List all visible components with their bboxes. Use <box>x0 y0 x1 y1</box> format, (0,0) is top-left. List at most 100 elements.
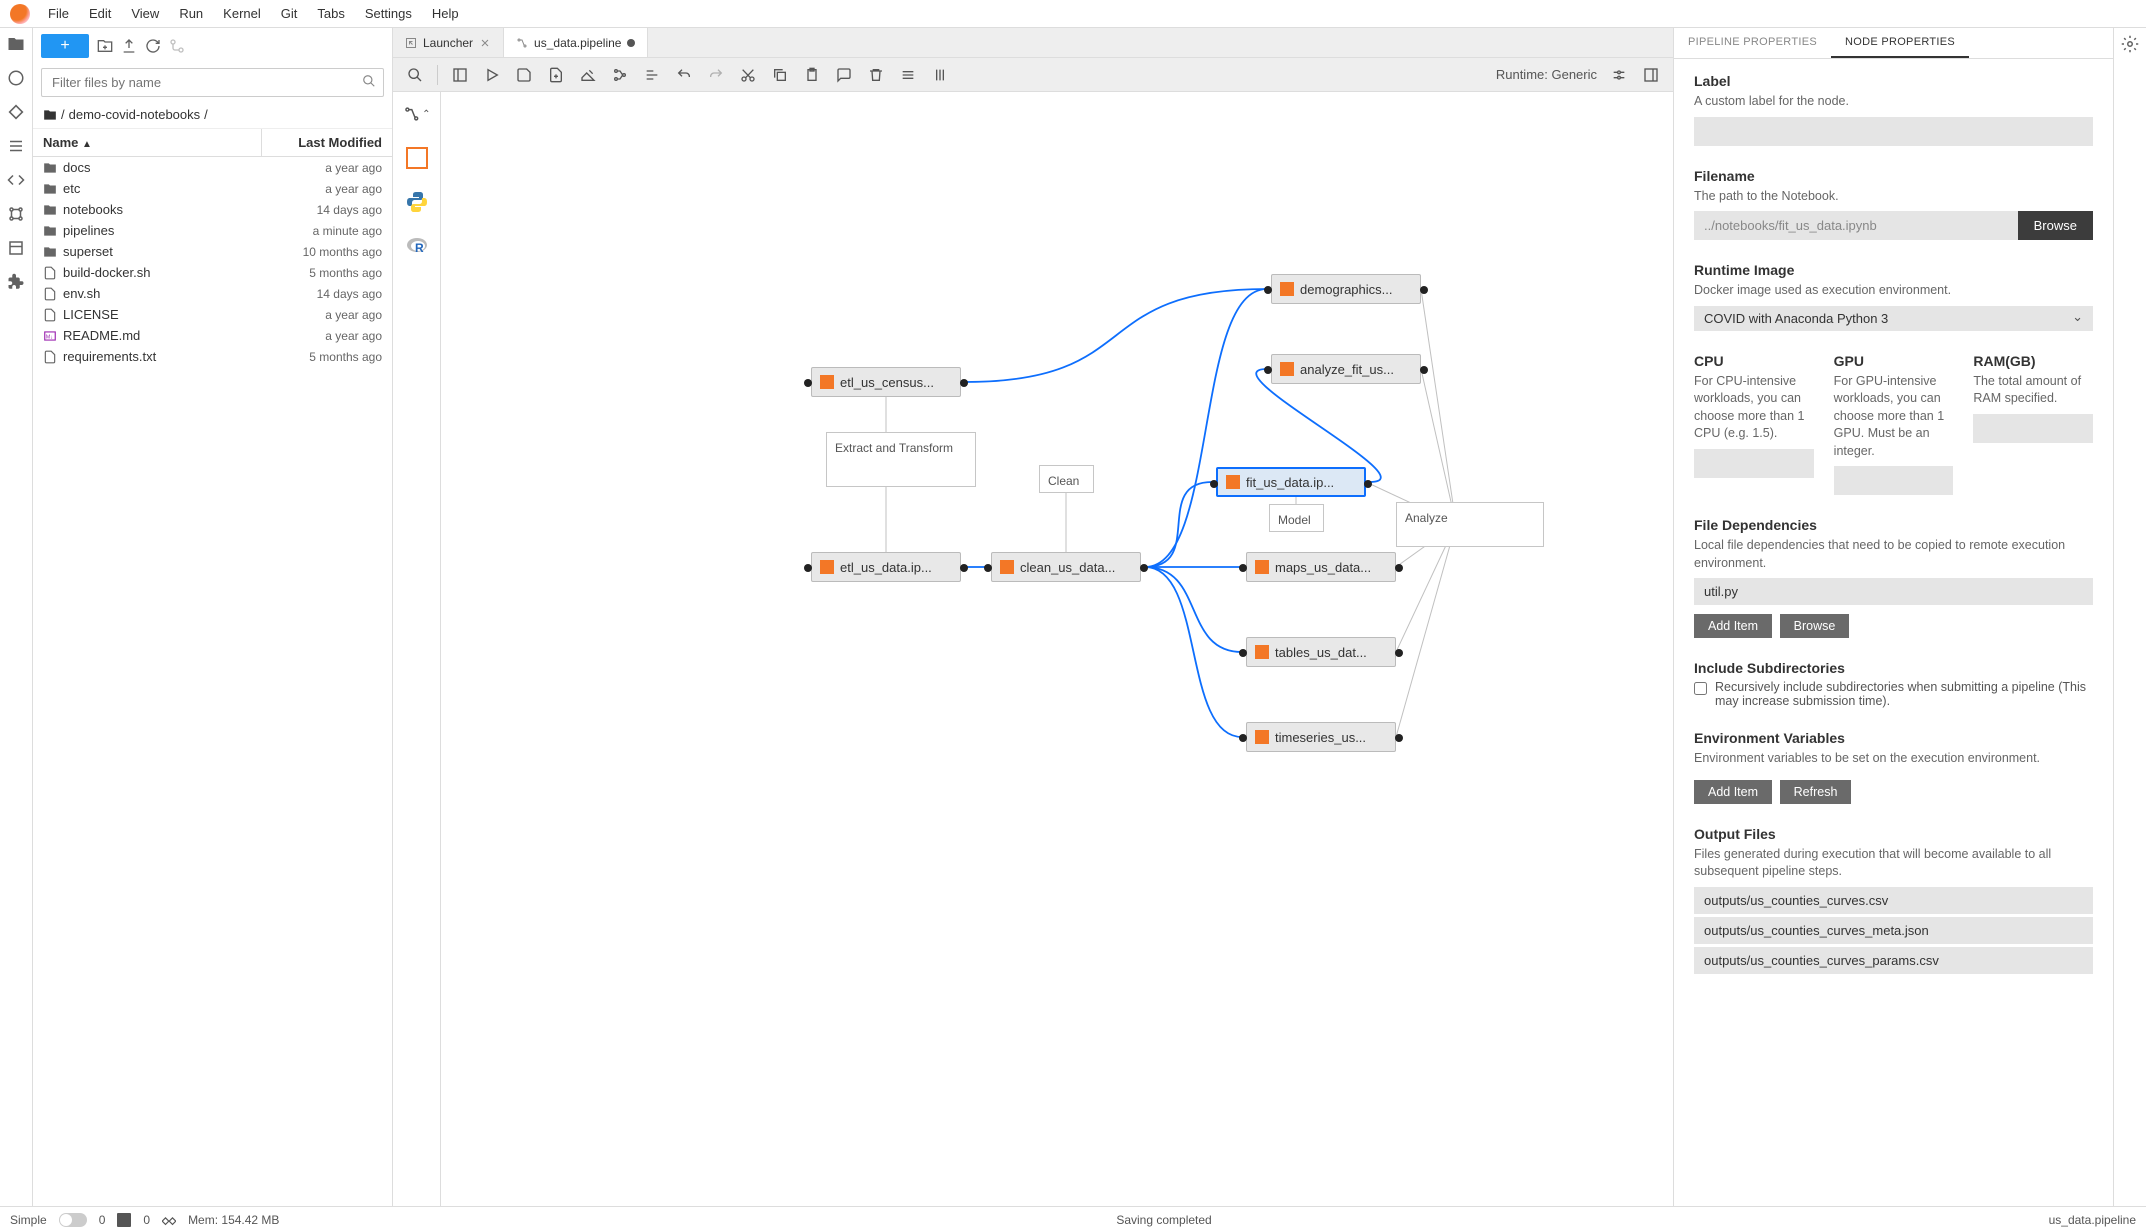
file-row[interactable]: pipelinesa minute ago <box>33 220 392 241</box>
pipeline-node[interactable]: etl_us_data.ip... <box>811 552 961 582</box>
align-icon[interactable] <box>638 63 666 87</box>
pipeline-export-icon[interactable] <box>606 63 634 87</box>
menu-edit[interactable]: Edit <box>79 2 121 25</box>
paste-icon[interactable] <box>798 63 826 87</box>
export-icon[interactable] <box>542 63 570 87</box>
menu-view[interactable]: View <box>121 2 169 25</box>
output-file-item[interactable]: outputs/us_counties_curves_meta.json <box>1694 917 2093 944</box>
arrange-v-icon[interactable] <box>926 63 954 87</box>
undo-icon[interactable] <box>670 63 698 87</box>
extension-icon[interactable] <box>6 272 26 292</box>
ram-input[interactable] <box>1973 414 2093 443</box>
comment-node[interactable]: Model <box>1269 504 1324 532</box>
output-port[interactable] <box>1364 480 1372 488</box>
folder-icon[interactable] <box>6 34 26 54</box>
git-icon[interactable] <box>6 102 26 122</box>
new-folder-icon[interactable] <box>97 38 113 54</box>
input-port[interactable] <box>1264 286 1272 294</box>
panel-right-icon[interactable] <box>1637 63 1665 87</box>
code-icon[interactable] <box>6 170 26 190</box>
connections-icon[interactable] <box>6 204 26 224</box>
pipeline-node[interactable]: tables_us_dat... <box>1246 637 1396 667</box>
metadata-icon[interactable] <box>6 238 26 258</box>
comment-node[interactable]: Analyze <box>1396 502 1544 547</box>
menu-git[interactable]: Git <box>271 2 308 25</box>
running-icon[interactable] <box>6 68 26 88</box>
cut-icon[interactable] <box>734 63 762 87</box>
runtime-image-select[interactable]: COVID with Anaconda Python 3 <box>1694 306 2093 331</box>
tab-launcher[interactable]: Launcher <box>393 28 504 57</box>
file-row[interactable]: notebooks14 days ago <box>33 199 392 220</box>
r-palette-icon[interactable]: R <box>403 232 431 260</box>
env-refresh-button[interactable]: Refresh <box>1780 780 1852 804</box>
menu-tabs[interactable]: Tabs <box>307 2 354 25</box>
input-port[interactable] <box>1239 649 1247 657</box>
input-port[interactable] <box>804 564 812 572</box>
deps-add-button[interactable]: Add Item <box>1694 614 1772 638</box>
comment-icon[interactable] <box>830 63 858 87</box>
dependency-item[interactable]: util.py <box>1694 578 2093 605</box>
filename-input[interactable] <box>1694 211 2018 240</box>
input-port[interactable] <box>1239 734 1247 742</box>
runtime-settings-icon[interactable] <box>1605 63 1633 87</box>
output-port[interactable] <box>1420 366 1428 374</box>
save-icon[interactable] <box>510 63 538 87</box>
gear-icon[interactable] <box>2120 34 2140 54</box>
breadcrumb[interactable]: / demo-covid-notebooks / <box>33 101 392 129</box>
pipeline-node[interactable]: maps_us_data... <box>1246 552 1396 582</box>
output-port[interactable] <box>1395 649 1403 657</box>
filename-browse-button[interactable]: Browse <box>2018 211 2093 240</box>
output-port[interactable] <box>960 564 968 572</box>
notebook-palette-icon[interactable] <box>403 144 431 172</box>
output-port[interactable] <box>1140 564 1148 572</box>
run-icon[interactable] <box>478 63 506 87</box>
deps-browse-button[interactable]: Browse <box>1780 614 1850 638</box>
input-port[interactable] <box>1210 480 1218 488</box>
tab-us-data-pipeline[interactable]: us_data.pipeline <box>504 28 648 57</box>
git-pull-icon[interactable] <box>169 38 185 54</box>
menu-kernel[interactable]: Kernel <box>213 2 271 25</box>
copy-icon[interactable] <box>766 63 794 87</box>
menu-help[interactable]: Help <box>422 2 469 25</box>
input-port[interactable] <box>804 379 812 387</box>
menu-run[interactable]: Run <box>169 2 213 25</box>
input-port[interactable] <box>1239 564 1247 572</box>
toc-icon[interactable] <box>6 136 26 156</box>
pipeline-node[interactable]: etl_us_census... <box>811 367 961 397</box>
pipeline-node[interactable]: analyze_fit_us... <box>1271 354 1421 384</box>
clear-icon[interactable] <box>574 63 602 87</box>
output-port[interactable] <box>960 379 968 387</box>
file-row[interactable]: docsa year ago <box>33 157 392 178</box>
delete-icon[interactable] <box>862 63 890 87</box>
python-palette-icon[interactable] <box>403 188 431 216</box>
comment-node[interactable]: Extract and Transform <box>826 432 976 487</box>
upload-icon[interactable] <box>121 38 137 54</box>
file-row[interactable]: build-docker.sh5 months ago <box>33 262 392 283</box>
breadcrumb-item[interactable]: demo-covid-notebooks <box>69 107 201 122</box>
tab-node-properties[interactable]: NODE PROPERTIES <box>1831 28 1969 58</box>
col-name[interactable]: Name ▲ <box>33 129 262 156</box>
palette-toggle-icon[interactable]: ⌃ <box>403 100 431 128</box>
pipeline-node[interactable]: demographics... <box>1271 274 1421 304</box>
gpu-input[interactable] <box>1834 466 1954 495</box>
file-row[interactable]: M↓README.mda year ago <box>33 325 392 346</box>
include-subdir-checkbox[interactable] <box>1694 682 1707 695</box>
tab-pipeline-properties[interactable]: PIPELINE PROPERTIES <box>1674 28 1831 58</box>
file-row[interactable]: LICENSEa year ago <box>33 304 392 325</box>
output-file-item[interactable]: outputs/us_counties_curves.csv <box>1694 887 2093 914</box>
cpu-input[interactable] <box>1694 449 1814 478</box>
env-add-button[interactable]: Add Item <box>1694 780 1772 804</box>
arrange-h-icon[interactable] <box>894 63 922 87</box>
pipeline-canvas[interactable]: etl_us_census...etl_us_data.ip...clean_u… <box>441 92 1673 1206</box>
redo-icon[interactable] <box>702 63 730 87</box>
output-port[interactable] <box>1395 734 1403 742</box>
new-launcher-button[interactable]: + <box>41 34 89 58</box>
menu-file[interactable]: File <box>38 2 79 25</box>
input-port[interactable] <box>984 564 992 572</box>
close-icon[interactable] <box>479 37 491 49</box>
input-port[interactable] <box>1264 366 1272 374</box>
pipeline-node[interactable]: timeseries_us... <box>1246 722 1396 752</box>
label-input[interactable] <box>1694 117 2093 146</box>
comment-node[interactable]: Clean <box>1039 465 1094 493</box>
panel-toggle-icon[interactable] <box>446 63 474 87</box>
